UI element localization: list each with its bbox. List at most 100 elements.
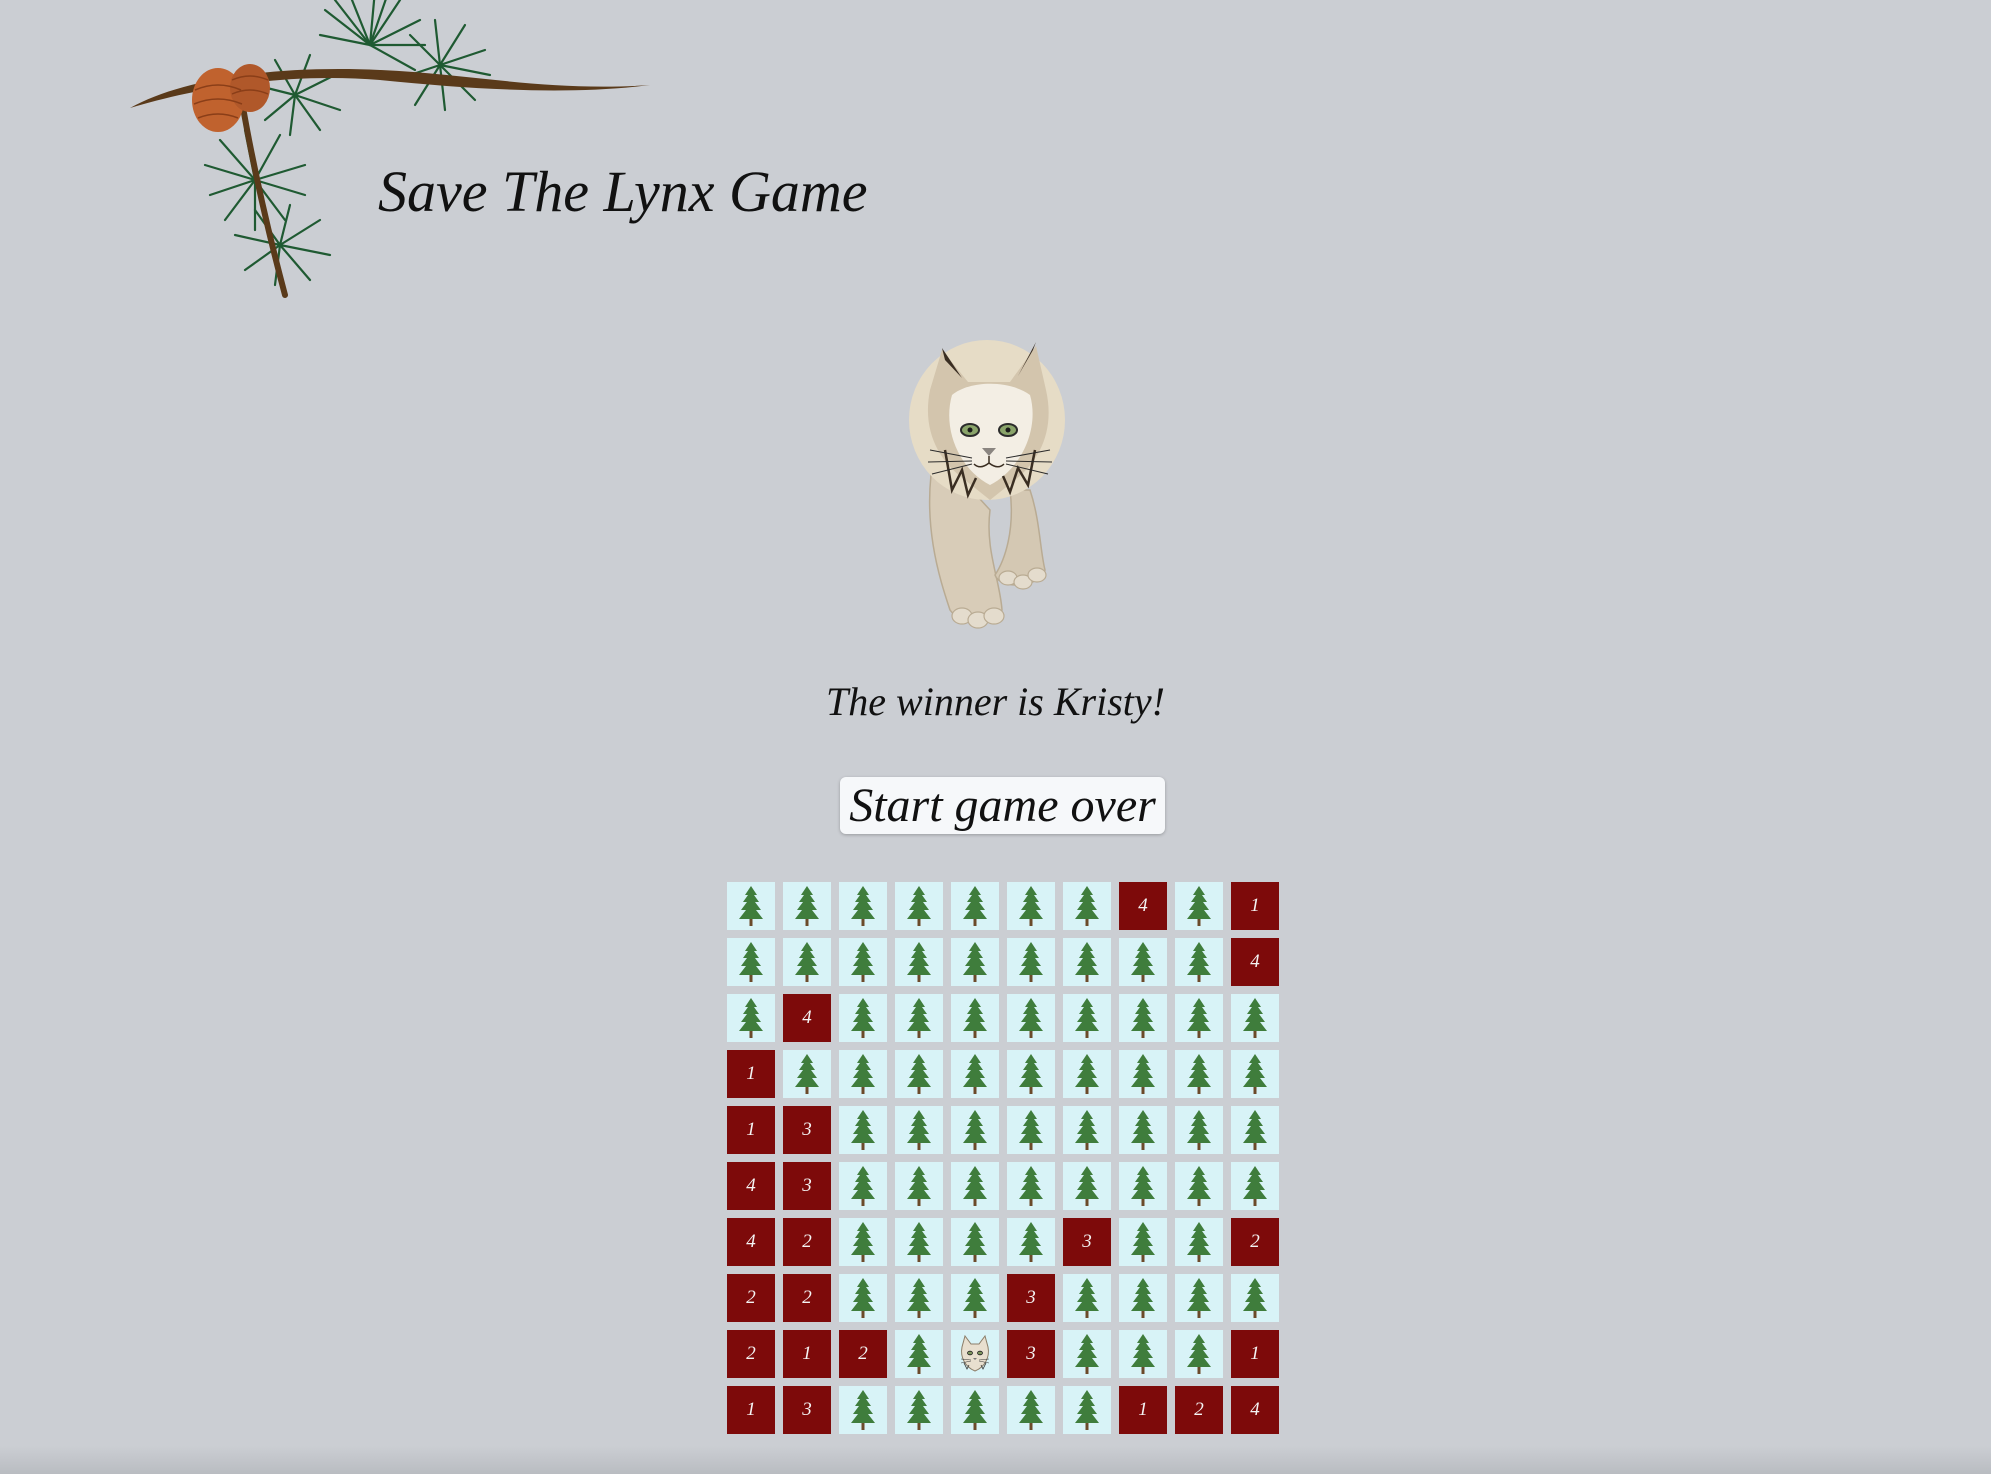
board-cell-revealed[interactable]: 2 — [727, 1330, 775, 1378]
board-cell-hidden[interactable] — [1063, 1162, 1111, 1210]
board-cell-revealed[interactable]: 2 — [727, 1274, 775, 1322]
board-cell-hidden[interactable] — [1007, 1162, 1055, 1210]
board-cell-hidden[interactable] — [783, 1050, 831, 1098]
board-cell-hidden[interactable] — [1231, 1162, 1279, 1210]
board-cell-revealed[interactable]: 3 — [783, 1162, 831, 1210]
board-cell-hidden[interactable] — [1231, 1050, 1279, 1098]
board-cell-hidden[interactable] — [839, 994, 887, 1042]
board-cell-hidden[interactable] — [951, 1106, 999, 1154]
board-cell-hidden[interactable] — [839, 938, 887, 986]
board-cell-hidden[interactable] — [895, 882, 943, 930]
board-cell-revealed[interactable]: 4 — [1231, 1386, 1279, 1434]
board-cell-revealed[interactable]: 1 — [727, 1050, 775, 1098]
board-cell-hidden[interactable] — [1119, 1106, 1167, 1154]
board-cell-revealed[interactable]: 4 — [783, 994, 831, 1042]
board-cell-hidden[interactable] — [951, 1386, 999, 1434]
board-cell-hidden[interactable] — [1063, 1274, 1111, 1322]
board-cell-hidden[interactable] — [895, 994, 943, 1042]
board-cell-revealed[interactable]: 4 — [727, 1162, 775, 1210]
board-cell-hidden[interactable] — [951, 1050, 999, 1098]
board-cell-hidden[interactable] — [1063, 882, 1111, 930]
board-cell-hidden[interactable] — [1007, 1218, 1055, 1266]
board-cell-hidden[interactable] — [839, 1274, 887, 1322]
board-cell-revealed[interactable]: 1 — [1119, 1386, 1167, 1434]
board-cell-hidden[interactable] — [1119, 1330, 1167, 1378]
board-cell-hidden[interactable] — [1119, 994, 1167, 1042]
board-cell-hidden[interactable] — [951, 938, 999, 986]
board-cell-hidden[interactable] — [1007, 882, 1055, 930]
board-cell-hidden[interactable] — [951, 1274, 999, 1322]
board-cell-hidden[interactable] — [1231, 1106, 1279, 1154]
board-cell-hidden[interactable] — [1063, 1330, 1111, 1378]
board-cell-hidden[interactable] — [951, 1218, 999, 1266]
board-cell-hidden[interactable] — [839, 882, 887, 930]
start-over-button[interactable]: Start game over — [840, 777, 1165, 834]
board-cell-hidden[interactable] — [895, 1050, 943, 1098]
board-cell-hidden[interactable] — [951, 994, 999, 1042]
board-cell-revealed[interactable]: 2 — [1231, 1218, 1279, 1266]
board-cell-revealed[interactable]: 2 — [783, 1218, 831, 1266]
board-cell-hidden[interactable] — [839, 1386, 887, 1434]
board-cell-revealed[interactable]: 2 — [783, 1274, 831, 1322]
board-cell-hidden[interactable] — [727, 882, 775, 930]
board-cell-hidden[interactable] — [1119, 1050, 1167, 1098]
board-cell-hidden[interactable] — [1175, 1050, 1223, 1098]
board-cell-hidden[interactable] — [1175, 1274, 1223, 1322]
board-cell-hidden[interactable] — [895, 1218, 943, 1266]
board-cell-hidden[interactable] — [895, 938, 943, 986]
board-cell-hidden[interactable] — [783, 882, 831, 930]
board-cell-hidden[interactable] — [1175, 994, 1223, 1042]
board-cell-hidden[interactable] — [1063, 1386, 1111, 1434]
board-cell-hidden[interactable] — [1119, 1274, 1167, 1322]
board-cell-revealed[interactable]: 1 — [727, 1106, 775, 1154]
board-cell-hidden[interactable] — [1231, 994, 1279, 1042]
board-cell-hidden[interactable] — [895, 1274, 943, 1322]
board-cell-revealed[interactable]: 3 — [1007, 1274, 1055, 1322]
board-cell-hidden[interactable] — [1175, 1162, 1223, 1210]
board-cell-hidden[interactable] — [1007, 1386, 1055, 1434]
board-cell-hidden[interactable] — [1119, 938, 1167, 986]
board-cell-revealed[interactable]: 3 — [1007, 1330, 1055, 1378]
board-cell-hidden[interactable] — [951, 1162, 999, 1210]
board-cell-hidden[interactable] — [839, 1106, 887, 1154]
board-cell-hidden[interactable] — [1231, 1274, 1279, 1322]
board-cell-revealed[interactable]: 1 — [1231, 1330, 1279, 1378]
board-cell-hidden[interactable] — [1063, 1106, 1111, 1154]
board-cell-hidden[interactable] — [951, 882, 999, 930]
board-cell-hidden[interactable] — [1175, 882, 1223, 930]
board-cell-hidden[interactable] — [839, 1162, 887, 1210]
board-cell-hidden[interactable] — [1119, 1218, 1167, 1266]
board-cell-hidden[interactable] — [727, 994, 775, 1042]
board-cell-hidden[interactable] — [1175, 1330, 1223, 1378]
board-cell-revealed[interactable]: 1 — [783, 1330, 831, 1378]
board-cell-revealed[interactable]: 1 — [727, 1386, 775, 1434]
board-cell-hidden[interactable] — [1063, 938, 1111, 986]
board-cell-hidden[interactable] — [1119, 1162, 1167, 1210]
board-cell-revealed[interactable]: 2 — [1175, 1386, 1223, 1434]
board-cell-hidden[interactable] — [1007, 994, 1055, 1042]
board-cell-hidden[interactable] — [1063, 994, 1111, 1042]
board-cell-hidden[interactable] — [1063, 1050, 1111, 1098]
board-cell-hidden[interactable] — [895, 1330, 943, 1378]
board-cell-hidden[interactable] — [1175, 1218, 1223, 1266]
board-cell-revealed[interactable]: 3 — [783, 1106, 831, 1154]
board-cell-hidden[interactable] — [1007, 1106, 1055, 1154]
board-cell-hidden[interactable] — [1175, 938, 1223, 986]
board-cell-hidden[interactable] — [895, 1386, 943, 1434]
board-cell-revealed[interactable]: 3 — [1063, 1218, 1111, 1266]
board-cell-hidden[interactable] — [727, 938, 775, 986]
board-cell-hidden[interactable] — [839, 1218, 887, 1266]
board-cell-revealed[interactable]: 2 — [839, 1330, 887, 1378]
board-cell-hidden[interactable] — [1007, 938, 1055, 986]
board-cell-revealed[interactable]: 4 — [1119, 882, 1167, 930]
board-cell-revealed[interactable]: 4 — [1231, 938, 1279, 986]
board-cell-hidden[interactable] — [895, 1162, 943, 1210]
board-cell-revealed[interactable]: 4 — [727, 1218, 775, 1266]
board-cell-revealed[interactable]: 1 — [1231, 882, 1279, 930]
board-cell-hidden[interactable] — [839, 1050, 887, 1098]
board-cell-hidden[interactable] — [895, 1106, 943, 1154]
board-cell-hidden[interactable] — [1175, 1106, 1223, 1154]
board-cell-hidden[interactable] — [783, 938, 831, 986]
board-cell-revealed[interactable]: 3 — [783, 1386, 831, 1434]
board-cell-hidden[interactable] — [1007, 1050, 1055, 1098]
